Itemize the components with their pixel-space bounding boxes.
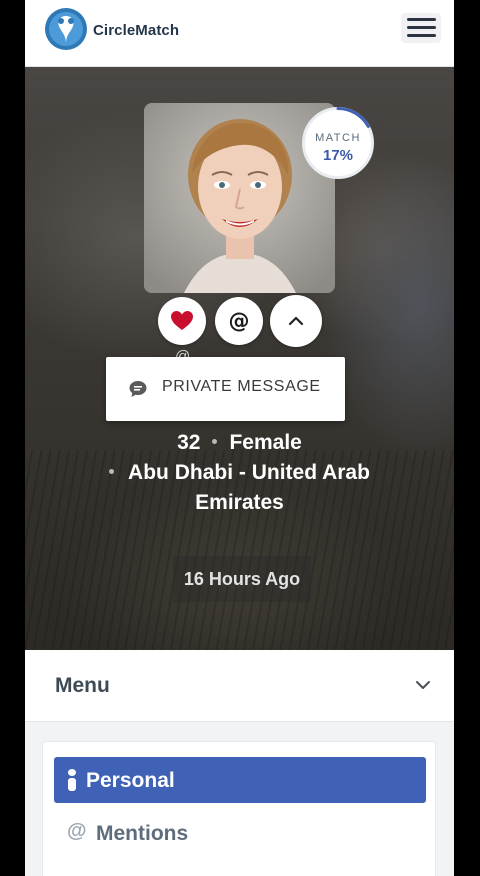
- menu-item-label: Personal: [86, 769, 175, 792]
- hamburger-menu-button[interactable]: [401, 13, 441, 43]
- like-button[interactable]: [158, 297, 206, 345]
- chevron-down-icon: [416, 681, 430, 689]
- mention-button[interactable]: @: [215, 297, 263, 345]
- svg-text:@: @: [229, 309, 250, 333]
- chevron-up-icon: [288, 316, 304, 326]
- menu-item-mentions[interactable]: @ Mentions: [54, 810, 426, 856]
- left-gutter: [0, 0, 25, 876]
- brand-name[interactable]: CircleMatch: [93, 22, 179, 39]
- location: Abu Dhabi - United Arab: [128, 461, 370, 484]
- private-message-label: PRIVATE MESSAGE: [162, 378, 321, 395]
- hamburger-line: [407, 34, 436, 37]
- menu-item-personal[interactable]: Personal: [54, 757, 426, 803]
- menu-title: Menu: [55, 674, 110, 697]
- hamburger-line: [407, 26, 436, 29]
- circlematch-logo-icon[interactable]: [42, 6, 90, 52]
- person-icon: [68, 769, 76, 791]
- separator-dot: [212, 438, 218, 444]
- right-gutter: [454, 0, 480, 876]
- age-gender-line: 32 Female: [25, 431, 454, 455]
- top-header: CircleMatch: [25, 0, 454, 67]
- gender: Female: [229, 431, 302, 454]
- at-icon: @: [229, 309, 250, 333]
- hamburger-line: [407, 18, 436, 21]
- match-score-badge: MATCH 17%: [302, 107, 374, 179]
- last-seen-status: 16 Hours Ago: [173, 556, 311, 602]
- app-frame: CircleMatch MATCH 17% @ PRIVATE MESSAGE …: [25, 0, 454, 876]
- collapse-button[interactable]: [270, 295, 322, 347]
- menu-item-label: Mentions: [96, 822, 189, 845]
- match-label: MATCH: [315, 132, 361, 144]
- menu-toggle-bar[interactable]: Menu: [25, 650, 454, 722]
- profile-hero: MATCH 17% @ @ .. . .. .. . PRIVA: [25, 67, 454, 650]
- match-percent: 17%: [322, 147, 354, 164]
- age: 32: [177, 431, 201, 454]
- heart-icon: [171, 311, 193, 330]
- menu-panel: Personal @ Mentions: [42, 741, 436, 876]
- location-line-continued: Emirates: [195, 491, 284, 514]
- at-icon: @: [67, 820, 87, 842]
- chat-bubble-icon: [129, 381, 147, 397]
- location-line: Abu Dhabi - United Arab: [25, 461, 454, 485]
- private-message-button[interactable]: PRIVATE MESSAGE: [106, 357, 345, 421]
- separator-dot: [109, 468, 115, 474]
